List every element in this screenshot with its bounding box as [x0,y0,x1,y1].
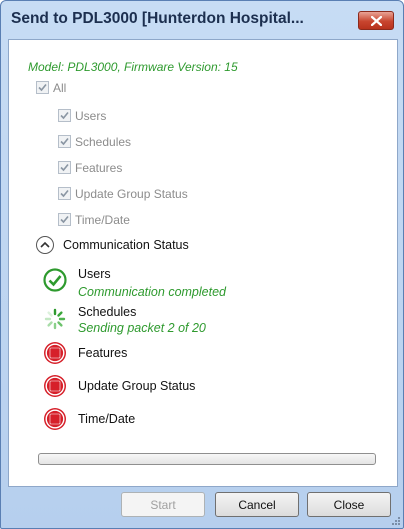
stop-icon [44,342,66,364]
checkbox-box[interactable] [58,135,71,148]
send-dialog-window: Send to PDL3000 [Hunterdon Hospital... M… [0,0,404,529]
status-item-name: Users [78,267,111,281]
checkbox-label: Users [75,109,107,123]
status-item-name: Features [78,346,128,360]
checkbox-label: All [53,81,67,95]
checkmark-icon [60,111,69,120]
checkmark-icon [38,83,47,92]
checkmark-icon [60,189,69,198]
start-button[interactable]: Start [121,492,205,517]
checkmark-icon [60,137,69,146]
checkbox-label: Time/Date [75,213,130,227]
close-button[interactable]: Close [307,492,391,517]
checkbox-label: Features [75,161,123,175]
status-item-detail: Sending packet 2 of 20 [78,321,206,335]
status-item-name: Schedules [78,305,137,319]
checkbox-label: Schedules [75,135,132,149]
window-close-button[interactable] [358,11,394,30]
stop-icon [44,375,66,397]
chevron-up-icon [40,241,50,248]
checkbox-box[interactable] [58,109,71,122]
progress-bar [38,453,376,465]
checkbox-box[interactable] [58,161,71,174]
model-firmware-info: Model: PDL3000, Firmware Version: 15 [28,60,238,74]
checkbox-box[interactable] [36,81,49,94]
checkmark-icon [60,215,69,224]
spinner-icon [44,308,66,330]
checkbox-box[interactable] [58,187,71,200]
check-circle-icon [43,268,67,292]
checkbox-box[interactable] [58,213,71,226]
status-item-detail: Communication completed [78,285,226,299]
status-item-name: Time/Date [78,412,136,426]
checkbox-label: Update Group Status [75,187,188,201]
stop-icon [44,408,66,430]
title-bar[interactable]: Send to PDL3000 [Hunterdon Hospital... [1,1,403,39]
status-item-name: Update Group Status [78,379,196,393]
cancel-button[interactable]: Cancel [215,492,299,517]
resize-grip-icon[interactable] [391,516,401,526]
close-icon [371,16,382,26]
checkmark-icon [60,163,69,172]
section-label: Communication Status [63,238,189,252]
collapse-button[interactable] [36,236,54,254]
window-title: Send to PDL3000 [Hunterdon Hospital... [11,10,304,27]
